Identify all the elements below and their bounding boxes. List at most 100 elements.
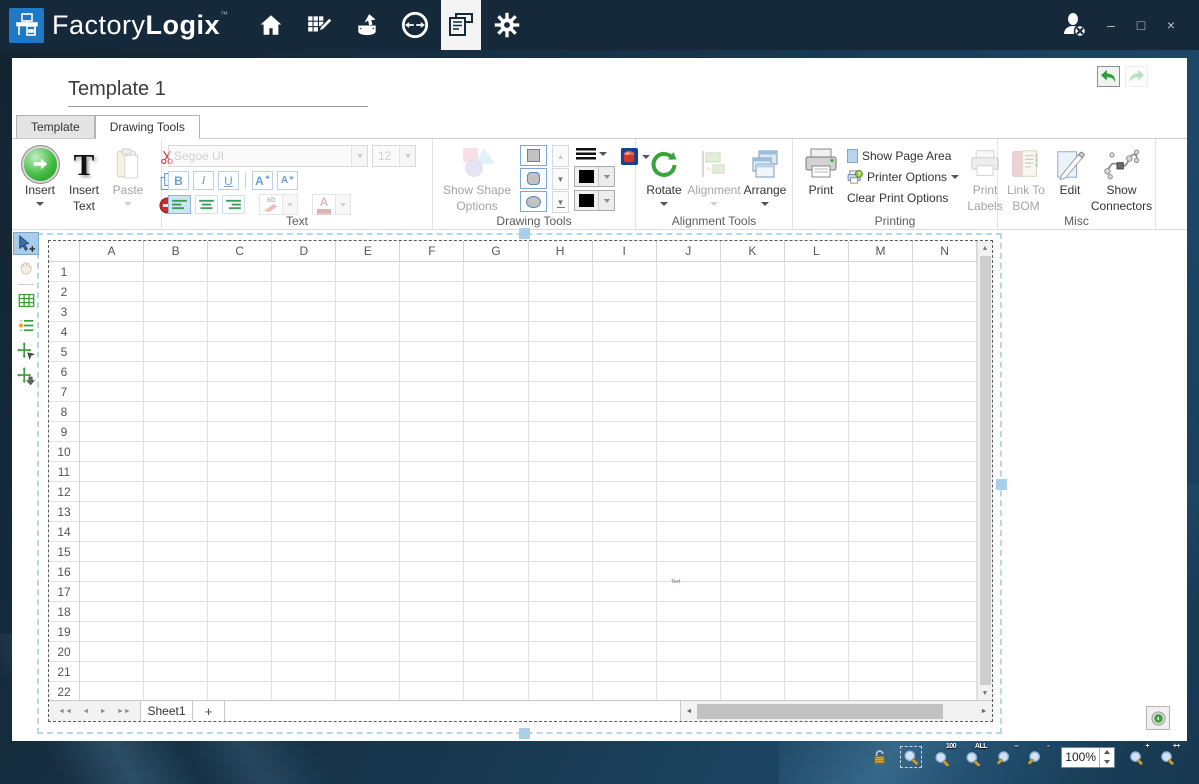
cell-N18[interactable] [913, 602, 977, 622]
first-sheet-button[interactable]: ◄◄ [58, 708, 72, 715]
cell-F15[interactable] [400, 542, 464, 562]
cell-M20[interactable] [849, 642, 913, 662]
cell-F8[interactable] [400, 402, 464, 422]
cell-E13[interactable] [336, 502, 400, 522]
select-all-corner[interactable] [49, 241, 80, 262]
column-header-D[interactable]: D [272, 241, 336, 262]
import-database-icon[interactable] [347, 0, 387, 50]
zoom-to-selection-button[interactable] [900, 746, 922, 768]
cell-N22[interactable] [913, 682, 977, 700]
cell-K22[interactable] [721, 682, 785, 700]
cell-K11[interactable] [721, 462, 785, 482]
cell-E7[interactable] [336, 382, 400, 402]
row-header-21[interactable]: 21 [49, 662, 80, 682]
cell-K20[interactable] [721, 642, 785, 662]
cell-C1[interactable] [208, 262, 272, 282]
cell-G14[interactable] [464, 522, 528, 542]
cell-F4[interactable] [400, 322, 464, 342]
cell-K7[interactable] [721, 382, 785, 402]
cell-D14[interactable] [272, 522, 336, 542]
text-object[interactable]: Text [671, 579, 680, 585]
cell-F3[interactable] [400, 302, 464, 322]
cell-H20[interactable] [529, 642, 593, 662]
show-connectors-button[interactable]: Show Connectors [1092, 145, 1151, 215]
cell-G21[interactable] [464, 662, 528, 682]
tab-template[interactable]: Template [16, 115, 95, 138]
resize-handle-right[interactable] [996, 479, 1007, 490]
cell-L5[interactable] [785, 342, 849, 362]
cell-E9[interactable] [336, 422, 400, 442]
grow-font-button[interactable]: A [252, 171, 273, 190]
cell-L14[interactable] [785, 522, 849, 542]
cell-J7[interactable] [657, 382, 721, 402]
cell-B18[interactable] [144, 602, 208, 622]
cell-B16[interactable] [144, 562, 208, 582]
cell-C4[interactable] [208, 322, 272, 342]
cell-K18[interactable] [721, 602, 785, 622]
row-header-14[interactable]: 14 [49, 522, 80, 542]
cell-G18[interactable] [464, 602, 528, 622]
cell-E12[interactable] [336, 482, 400, 502]
cell-J2[interactable] [657, 282, 721, 302]
cell-D16[interactable] [272, 562, 336, 582]
cell-D9[interactable] [272, 422, 336, 442]
cell-N17[interactable] [913, 582, 977, 602]
cell-H16[interactable] [529, 562, 593, 582]
cell-A14[interactable] [80, 522, 144, 542]
cell-K12[interactable] [721, 482, 785, 502]
zoom-lock-icon[interactable] [869, 746, 891, 768]
link-to-bom-button[interactable]: Link To BOM [1004, 145, 1048, 215]
text-highlight-split-button[interactable]: ab [259, 194, 298, 215]
scroll-up-icon[interactable]: ▲ [982, 241, 989, 255]
cell-A3[interactable] [80, 302, 144, 322]
cell-C12[interactable] [208, 482, 272, 502]
cell-L9[interactable] [785, 422, 849, 442]
cell-N19[interactable] [913, 622, 977, 642]
row-header-10[interactable]: 10 [49, 442, 80, 462]
column-header-M[interactable]: M [849, 241, 913, 262]
cell-A11[interactable] [80, 462, 144, 482]
cell-J20[interactable] [657, 642, 721, 662]
cell-L3[interactable] [785, 302, 849, 322]
cell-L18[interactable] [785, 602, 849, 622]
column-header-I[interactable]: I [593, 241, 657, 262]
cell-B15[interactable] [144, 542, 208, 562]
cell-F1[interactable] [400, 262, 464, 282]
cell-H5[interactable] [529, 342, 593, 362]
cell-M2[interactable] [849, 282, 913, 302]
cell-L8[interactable] [785, 402, 849, 422]
cell-H14[interactable] [529, 522, 593, 542]
bold-button[interactable]: B [168, 171, 189, 190]
cell-N20[interactable] [913, 642, 977, 662]
cell-C6[interactable] [208, 362, 272, 382]
cell-M15[interactable] [849, 542, 913, 562]
cell-J8[interactable] [657, 402, 721, 422]
row-header-19[interactable]: 19 [49, 622, 80, 642]
cell-K16[interactable] [721, 562, 785, 582]
cell-E14[interactable] [336, 522, 400, 542]
cell-B11[interactable] [144, 462, 208, 482]
cell-B3[interactable] [144, 302, 208, 322]
cell-C14[interactable] [208, 522, 272, 542]
scroll-down-icon[interactable]: ▼ [982, 686, 989, 700]
vertical-scrollbar[interactable]: ▲ ▼ [977, 241, 992, 700]
cell-I16[interactable] [593, 562, 657, 582]
cell-B9[interactable] [144, 422, 208, 442]
zoom-decrement-button[interactable] [1100, 757, 1114, 767]
row-header-11[interactable]: 11 [49, 462, 80, 482]
cell-J21[interactable] [657, 662, 721, 682]
cell-I6[interactable] [593, 362, 657, 382]
cell-J18[interactable] [657, 602, 721, 622]
cell-D3[interactable] [272, 302, 336, 322]
cell-H17[interactable] [529, 582, 593, 602]
font-name-select[interactable]: Segoe UI [168, 145, 368, 167]
cell-L15[interactable] [785, 542, 849, 562]
cell-C11[interactable] [208, 462, 272, 482]
cell-K9[interactable] [721, 422, 785, 442]
cell-A7[interactable] [80, 382, 144, 402]
zoom-in-button[interactable]: + [1124, 746, 1146, 768]
font-size-select[interactable]: 12 [372, 145, 416, 167]
cell-H11[interactable] [529, 462, 593, 482]
cell-N12[interactable] [913, 482, 977, 502]
cell-N14[interactable] [913, 522, 977, 542]
